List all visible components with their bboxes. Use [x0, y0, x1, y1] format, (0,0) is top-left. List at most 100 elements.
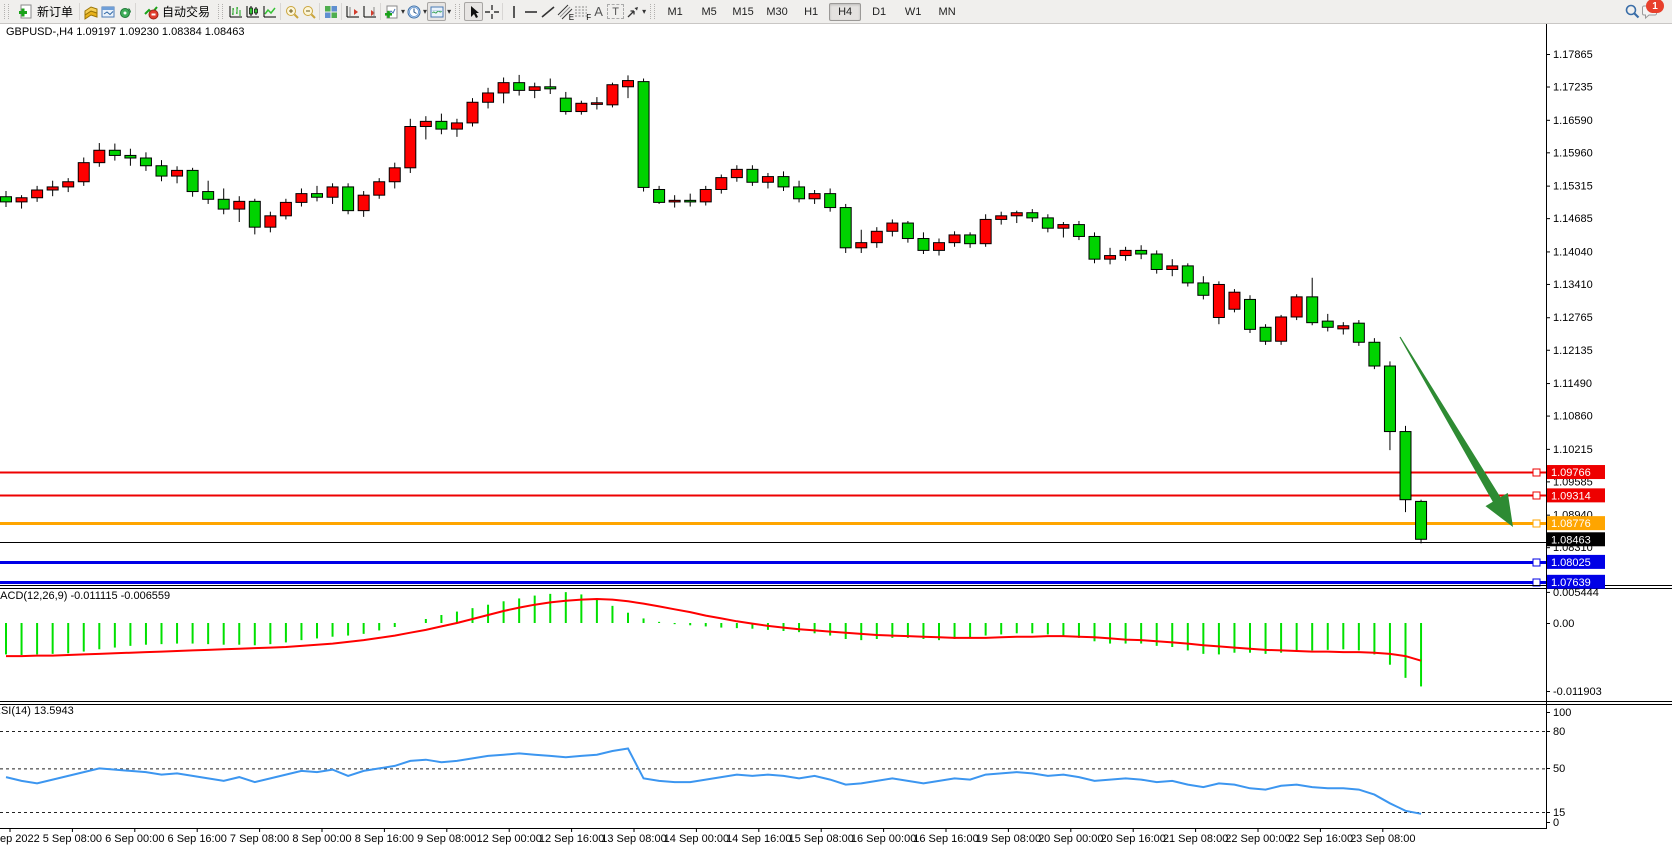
- svg-text:5 Sep 08:00: 5 Sep 08:00: [43, 833, 102, 845]
- notification-badge: 1: [1646, 0, 1664, 13]
- svg-text:50: 50: [1553, 763, 1565, 775]
- timeframe-button-MN[interactable]: MN: [931, 3, 963, 21]
- svg-text:12 Sep 16:00: 12 Sep 16:00: [539, 833, 604, 845]
- cursor-icon[interactable]: [464, 2, 483, 21]
- search-icon[interactable]: [1624, 3, 1641, 20]
- svg-text:9 Sep 08:00: 9 Sep 08:00: [417, 833, 476, 845]
- svg-text:21 Sep 08:00: 21 Sep 08:00: [1163, 833, 1228, 845]
- new-order-button[interactable]: 新订单: [13, 2, 77, 22]
- label-tool-letter: T: [612, 6, 619, 18]
- timeframe-button-M15[interactable]: M15: [727, 3, 759, 21]
- toolbar-separator: [502, 3, 503, 20]
- timeframe-button-D1[interactable]: D1: [863, 3, 895, 21]
- timeframe-button-M30[interactable]: M30: [761, 3, 793, 21]
- svg-text:23 Sep 08:00: 23 Sep 08:00: [1350, 833, 1415, 845]
- zoom-in-icon[interactable]: [283, 3, 300, 20]
- autotrading-label: 自动交易: [162, 3, 210, 20]
- new-chart-icon[interactable]: [383, 3, 400, 20]
- svg-text:6 Sep 00:00: 6 Sep 00:00: [105, 833, 164, 845]
- svg-text:1.08463: 1.08463: [1551, 534, 1591, 546]
- svg-text:1.12135: 1.12135: [1553, 345, 1593, 357]
- period-clock-icon[interactable]: [405, 3, 422, 20]
- svg-text:1.13410: 1.13410: [1553, 279, 1593, 291]
- chart-shift-icon[interactable]: [344, 3, 361, 20]
- arrows-dropdown-caret[interactable]: ▾: [642, 7, 646, 16]
- label-tool-icon[interactable]: T: [607, 4, 624, 19]
- toolbar-drag-handle[interactable]: [455, 4, 460, 19]
- toolbar-separator: [79, 3, 80, 20]
- toolbar-separator: [319, 3, 320, 20]
- svg-text:8 Sep 00:00: 8 Sep 00:00: [292, 833, 351, 845]
- equidistant-channel-tool-icon[interactable]: E: [556, 3, 573, 20]
- template-dropdown-caret[interactable]: ▾: [447, 7, 451, 16]
- fibo-tool-letter: F: [586, 13, 591, 22]
- navigator-icon[interactable]: [116, 3, 133, 20]
- svg-text:1.08025: 1.08025: [1551, 557, 1591, 569]
- new-order-label: 新订单: [37, 3, 73, 20]
- svg-text:100: 100: [1553, 707, 1571, 719]
- axes-and-separators: [0, 24, 1672, 829]
- data-window-icon[interactable]: [99, 3, 116, 20]
- svg-text:1.15315: 1.15315: [1553, 181, 1593, 193]
- svg-text:1.14685: 1.14685: [1553, 213, 1593, 225]
- svg-text:1.08776: 1.08776: [1551, 518, 1591, 530]
- toolbar-drag-handle[interactable]: [218, 4, 223, 19]
- macd-indicator-label: MACD(12,26,9) -0.011115 -0.006559: [0, 590, 170, 602]
- chart-canvas[interactable]: 1.178651.172351.165901.159601.153151.146…: [0, 0, 1672, 849]
- text-tool-letter: A: [594, 4, 603, 19]
- arrows-tool-icon[interactable]: [624, 3, 641, 20]
- svg-text:1.10215: 1.10215: [1553, 444, 1593, 456]
- svg-text:15 Sep 08:00: 15 Sep 08:00: [788, 833, 853, 845]
- template-icon[interactable]: [427, 2, 446, 21]
- fibonacci-tool-icon[interactable]: F: [573, 3, 590, 20]
- toolbar-drag-handle[interactable]: [4, 4, 9, 19]
- svg-text:0.00: 0.00: [1553, 618, 1574, 630]
- autotrading-icon: [142, 3, 159, 20]
- tile-windows-icon[interactable]: [322, 3, 339, 20]
- macd-panel: 0.0054440.00-0.011903: [6, 587, 1602, 698]
- svg-text:1.09314: 1.09314: [1551, 490, 1591, 502]
- market-watch-icon[interactable]: [82, 3, 99, 20]
- toolbar-separator: [280, 3, 281, 20]
- autotrading-button[interactable]: 自动交易: [138, 2, 214, 22]
- svg-text:1.11490: 1.11490: [1553, 378, 1592, 390]
- auto-scroll-icon[interactable]: [361, 3, 378, 20]
- timeframe-button-H4[interactable]: H4: [829, 3, 861, 21]
- svg-text:1.17235: 1.17235: [1553, 82, 1593, 94]
- trend-arrow-annotation: [1400, 337, 1514, 527]
- rsi-indicator-label: RSI(14) 13.5943: [0, 705, 74, 717]
- svg-text:14 Sep 16:00: 14 Sep 16:00: [726, 833, 791, 845]
- main-toolbar: 新订单 自动交易 ▾: [0, 0, 1672, 24]
- bar-chart-icon[interactable]: [227, 3, 244, 20]
- trendline-tool-icon[interactable]: [539, 3, 556, 20]
- svg-text:16 Sep 00:00: 16 Sep 00:00: [851, 833, 916, 845]
- line-chart-icon[interactable]: [261, 3, 278, 20]
- svg-text:ep 2022: ep 2022: [0, 833, 40, 845]
- time-axis: ep 20225 Sep 08:006 Sep 00:00 6 Sep 16:00…: [0, 828, 1416, 845]
- toolbar-separator: [135, 3, 136, 20]
- svg-text:7 Sep 08:00: 7 Sep 08:00: [230, 833, 289, 845]
- svg-text:14 Sep 00:00: 14 Sep 00:00: [664, 833, 729, 845]
- chart-title: GBPUSD-,H4 1.09197 1.09230 1.08384 1.084…: [6, 26, 245, 38]
- candlestick-chart-icon[interactable]: [244, 3, 261, 20]
- timeframe-button-M1[interactable]: M1: [659, 3, 691, 21]
- svg-text:22 Sep 00:00: 22 Sep 00:00: [1225, 833, 1290, 845]
- svg-text:1.10860: 1.10860: [1553, 411, 1593, 423]
- timeframe-button-H1[interactable]: H1: [795, 3, 827, 21]
- svg-text:16 Sep 16:00: 16 Sep 16:00: [913, 833, 978, 845]
- svg-text:22 Sep 16:00: 22 Sep 16:00: [1288, 833, 1353, 845]
- toolbar-drag-handle[interactable]: [650, 4, 655, 19]
- notifications-icon[interactable]: 1: [1641, 3, 1658, 20]
- svg-text:13 Sep 08:00: 13 Sep 08:00: [601, 833, 666, 845]
- crosshair-icon[interactable]: [483, 3, 500, 20]
- text-tool-icon[interactable]: A: [590, 3, 607, 20]
- svg-text:6 Sep 16:00: 6 Sep 16:00: [168, 833, 227, 845]
- horizontal-line-tool-icon[interactable]: [522, 3, 539, 20]
- zoom-out-icon[interactable]: [300, 3, 317, 20]
- timeframe-button-W1[interactable]: W1: [897, 3, 929, 21]
- vertical-line-tool-icon[interactable]: [505, 3, 522, 20]
- svg-text:1.16590: 1.16590: [1553, 115, 1593, 127]
- svg-text:12 Sep 00:00: 12 Sep 00:00: [476, 833, 541, 845]
- svg-text:1.12765: 1.12765: [1553, 312, 1593, 324]
- timeframe-button-M5[interactable]: M5: [693, 3, 725, 21]
